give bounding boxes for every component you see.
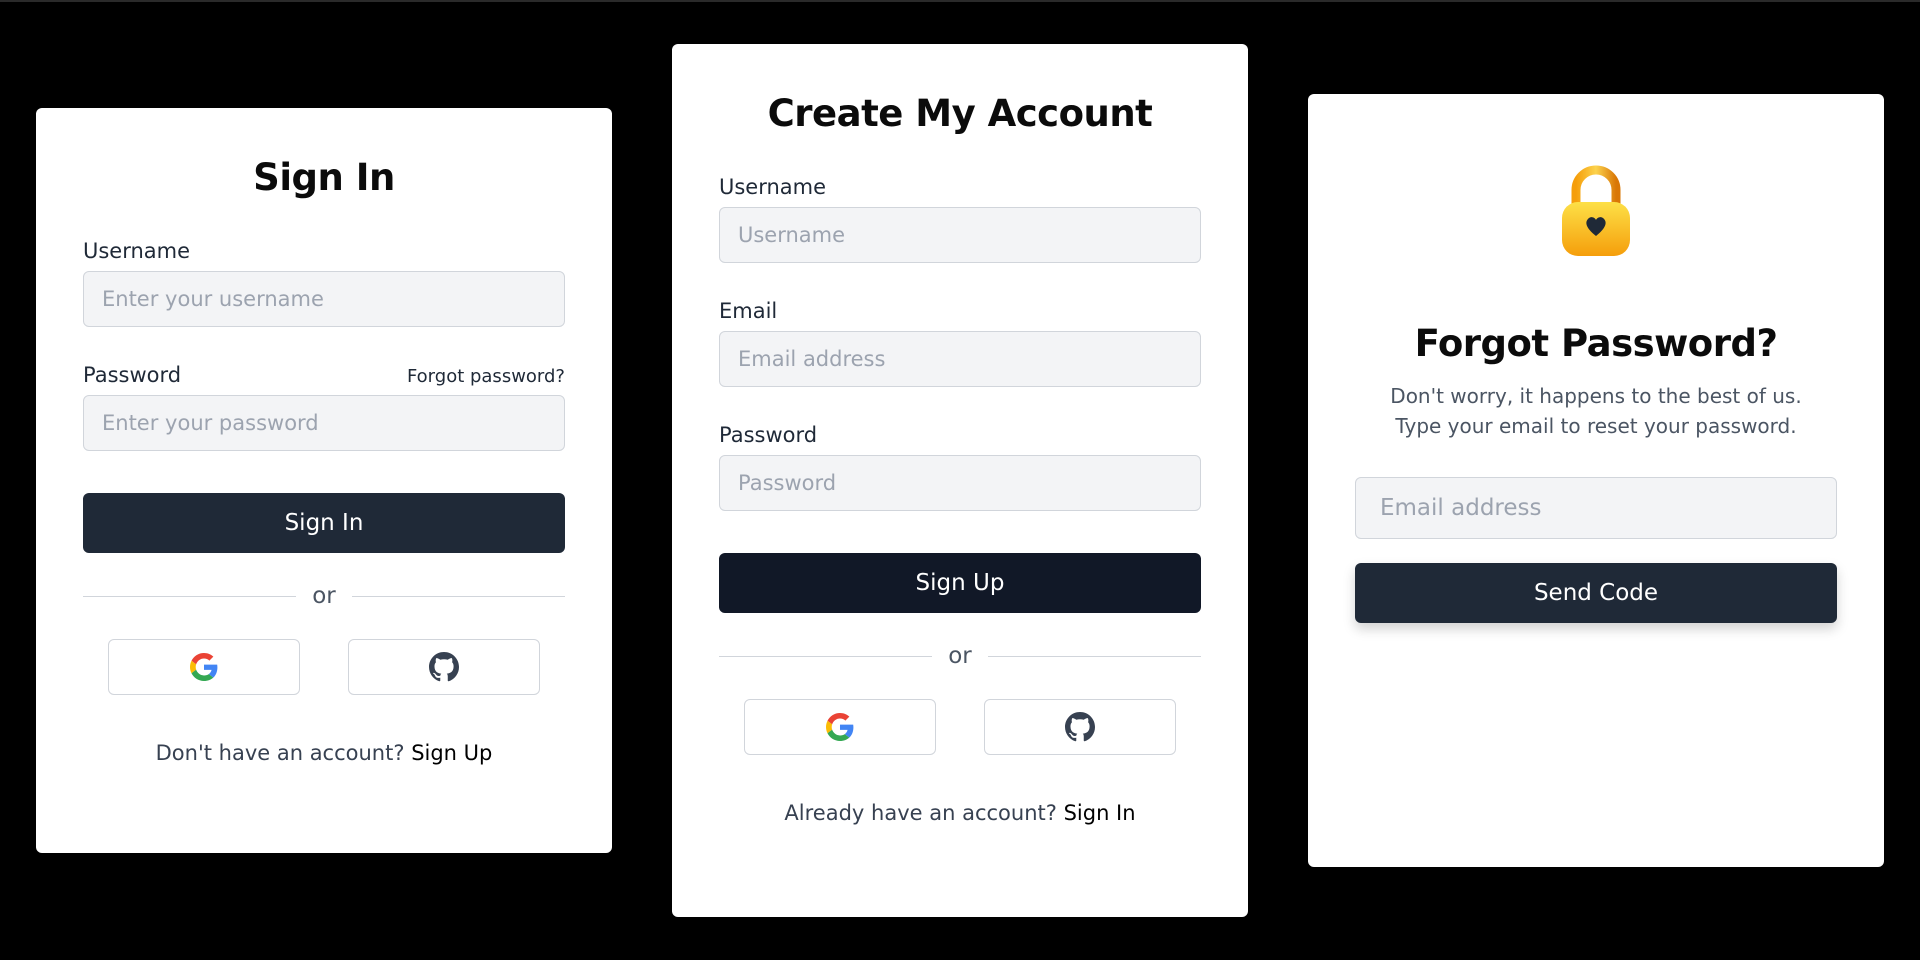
divider-line bbox=[351, 595, 565, 597]
password-input[interactable] bbox=[83, 395, 565, 451]
lock-heart-icon bbox=[1562, 165, 1630, 256]
google-icon bbox=[826, 713, 854, 741]
social-login-row bbox=[719, 699, 1201, 755]
sign-up-card: Create My Account Username Email Passwor… bbox=[672, 44, 1248, 917]
google-login-button[interactable] bbox=[744, 699, 936, 755]
username-input[interactable] bbox=[719, 207, 1201, 263]
subtitle-line: Type your email to reset your password. bbox=[1395, 414, 1797, 438]
send-code-button[interactable]: Send Code bbox=[1355, 563, 1837, 623]
footer-text: Don't have an account? bbox=[155, 741, 405, 765]
or-divider: or bbox=[719, 643, 1201, 669]
or-divider: or bbox=[83, 583, 565, 609]
username-input[interactable] bbox=[83, 271, 565, 327]
divider-text: or bbox=[948, 643, 972, 669]
sign-up-button[interactable]: Sign Up bbox=[719, 553, 1201, 613]
password-input[interactable] bbox=[719, 455, 1201, 511]
divider-line bbox=[987, 655, 1201, 657]
sign-up-footer: Already have an account? Sign In bbox=[719, 801, 1201, 825]
subtitle-line: Don't worry, it happens to the best of u… bbox=[1390, 384, 1802, 408]
email-input[interactable] bbox=[1355, 477, 1837, 539]
forgot-password-link[interactable]: Forgot password? bbox=[407, 366, 565, 387]
email-input[interactable] bbox=[719, 331, 1201, 387]
sign-in-button[interactable]: Sign In bbox=[83, 493, 565, 553]
username-label: Username bbox=[719, 175, 827, 199]
forgot-password-card: Forgot Password? Don't worry, it happens… bbox=[1308, 94, 1884, 867]
footer-text: Already have an account? bbox=[784, 801, 1057, 825]
social-login-row bbox=[83, 639, 565, 695]
sign-in-link[interactable]: Sign In bbox=[1064, 801, 1136, 825]
password-label: Password bbox=[83, 363, 182, 387]
top-border bbox=[0, 0, 1920, 2]
sign-in-footer: Don't have an account? Sign Up bbox=[83, 741, 565, 765]
forgot-password-subtitle: Don't worry, it happens to the best of u… bbox=[1355, 381, 1837, 441]
github-icon bbox=[429, 652, 459, 682]
github-login-button[interactable] bbox=[984, 699, 1176, 755]
divider-text: or bbox=[312, 583, 336, 609]
github-icon bbox=[1065, 712, 1095, 742]
sign-in-title: Sign In bbox=[253, 156, 395, 199]
github-login-button[interactable] bbox=[348, 639, 540, 695]
password-label: Password bbox=[719, 423, 818, 447]
sign-in-card: Sign In Username Password Forgot passwor… bbox=[36, 108, 612, 853]
forgot-password-title: Forgot Password? bbox=[1414, 322, 1778, 365]
google-icon bbox=[190, 653, 218, 681]
email-label: Email bbox=[719, 299, 778, 323]
divider-line bbox=[83, 595, 297, 597]
google-login-button[interactable] bbox=[108, 639, 300, 695]
username-label: Username bbox=[83, 239, 191, 263]
create-account-title: Create My Account bbox=[767, 92, 1153, 135]
divider-line bbox=[719, 655, 933, 657]
sign-up-link[interactable]: Sign Up bbox=[411, 741, 492, 765]
lock-icon-wrap bbox=[1355, 164, 1837, 260]
